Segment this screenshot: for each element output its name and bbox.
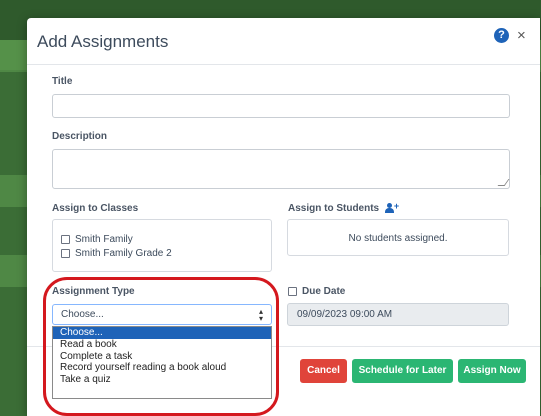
- description-label: Description: [52, 131, 108, 142]
- due-date-input[interactable]: 09/09/2023 09:00 AM: [287, 303, 509, 326]
- checkbox[interactable]: [61, 249, 70, 258]
- modal-title: Add Assignments: [37, 32, 169, 51]
- cancel-button[interactable]: Cancel: [300, 359, 347, 383]
- checkbox[interactable]: [61, 235, 70, 244]
- description-textarea[interactable]: [52, 149, 510, 189]
- class-option[interactable]: Smith Family Grade 2: [61, 248, 172, 259]
- assignment-type-value: Choose...: [61, 309, 104, 320]
- dropdown-option[interactable]: Record yourself reading a book aloud: [53, 362, 271, 374]
- class-label: Smith Family Grade 2: [75, 248, 172, 259]
- assign-now-button[interactable]: Assign Now: [458, 359, 526, 383]
- select-arrows-icon: ▴ ▾: [258, 307, 263, 323]
- help-icon[interactable]: ?: [494, 28, 509, 43]
- assignment-type-dropdown: Choose... Read a book Complete a task Re…: [52, 326, 272, 399]
- close-icon[interactable]: ×: [517, 28, 526, 43]
- dropdown-option[interactable]: Complete a task: [53, 351, 271, 363]
- assign-students-label: Assign to Students +: [288, 201, 399, 214]
- dropdown-option[interactable]: Read a book: [53, 339, 271, 351]
- assignment-type-label: Assignment Type: [52, 286, 135, 297]
- due-date-label: Due Date: [302, 286, 346, 297]
- title-input[interactable]: [52, 94, 510, 118]
- due-date-checkbox[interactable]: [288, 287, 297, 296]
- students-list: No students assigned.: [287, 219, 509, 256]
- schedule-for-later-button[interactable]: Schedule for Later: [352, 359, 453, 383]
- assign-students-text: Assign to Students: [288, 203, 380, 214]
- due-date-toggle[interactable]: Due Date: [288, 286, 345, 297]
- title-label: Title: [52, 76, 73, 87]
- assign-classes-label: Assign to Classes: [52, 203, 139, 214]
- add-student-icon[interactable]: +: [384, 201, 399, 214]
- add-assignments-modal: Add Assignments ? × Title Description As…: [27, 18, 540, 416]
- assignment-type-select[interactable]: Choose... ▴ ▾: [52, 304, 272, 325]
- dropdown-option[interactable]: Take a quiz: [53, 374, 271, 386]
- modal-header: Add Assignments ? ×: [27, 18, 540, 65]
- resize-handle-icon[interactable]: [497, 179, 510, 186]
- dropdown-option[interactable]: Choose...: [53, 327, 271, 339]
- no-students-text: No students assigned.: [348, 233, 448, 244]
- class-option[interactable]: Smith Family: [61, 234, 133, 245]
- classes-list: Smith Family Smith Family Grade 2: [52, 219, 272, 272]
- class-label: Smith Family: [75, 234, 133, 245]
